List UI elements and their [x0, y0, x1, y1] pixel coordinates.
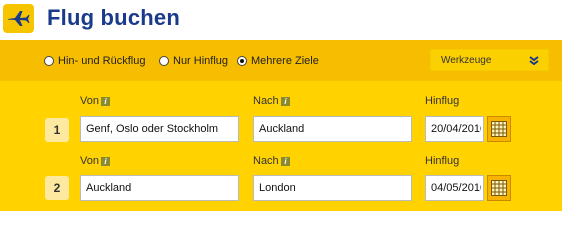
from-label: Von [80, 95, 99, 107]
trip-type-bar: Hin- und Rückflug Nur Hinflug Mehrere Zi… [0, 40, 562, 81]
info-icon[interactable]: i [101, 97, 110, 106]
info-icon[interactable]: i [101, 157, 110, 166]
trip-type-label: Hin- und Rückflug [58, 55, 146, 67]
depart-label: Hinflug [425, 95, 460, 107]
from-input[interactable] [80, 175, 239, 201]
leg-number: 2 [45, 176, 69, 200]
from-input[interactable] [80, 116, 239, 142]
trip-type-label: Mehrere Ziele [251, 55, 319, 67]
to-input[interactable] [253, 175, 412, 201]
airplane-icon [3, 4, 34, 33]
radio-button[interactable] [44, 56, 54, 66]
calendar-button[interactable] [487, 116, 511, 142]
trip-type-label: Nur Hinflug [173, 55, 229, 67]
trip-type-roundtrip[interactable]: Hin- und Rückflug [44, 54, 145, 68]
to-label: Nach [253, 95, 279, 107]
leg-number: 1 [45, 118, 69, 142]
calendar-icon [491, 121, 507, 137]
page-header: Flug buchen [0, 0, 562, 40]
date-input[interactable] [425, 116, 484, 142]
calendar-button[interactable] [487, 175, 511, 201]
radio-button-selected[interactable] [237, 56, 247, 66]
trip-type-oneway[interactable]: Nur Hinflug [159, 54, 228, 68]
from-label: Von [80, 155, 99, 167]
to-label: Nach [253, 155, 279, 167]
tools-label: Werkzeuge [441, 55, 492, 66]
info-icon[interactable]: i [281, 97, 290, 106]
flight-leg: 2 Von i Nach i Hinflug [0, 151, 562, 207]
date-input[interactable] [425, 175, 484, 201]
radio-button[interactable] [159, 56, 169, 66]
trip-type-multicity[interactable]: Mehrere Ziele [237, 54, 319, 68]
page-title: Flug buchen [47, 5, 180, 30]
double-chevron-down-icon [529, 56, 539, 65]
flight-leg: 1 Von i Nach i Hinflug [0, 92, 562, 148]
flight-search-form: Hin- und Rückflug Nur Hinflug Mehrere Zi… [0, 40, 562, 211]
tools-button[interactable]: Werkzeuge [430, 49, 549, 71]
depart-label: Hinflug [425, 155, 460, 167]
to-input[interactable] [253, 116, 412, 142]
calendar-icon [491, 180, 507, 196]
info-icon[interactable]: i [281, 157, 290, 166]
